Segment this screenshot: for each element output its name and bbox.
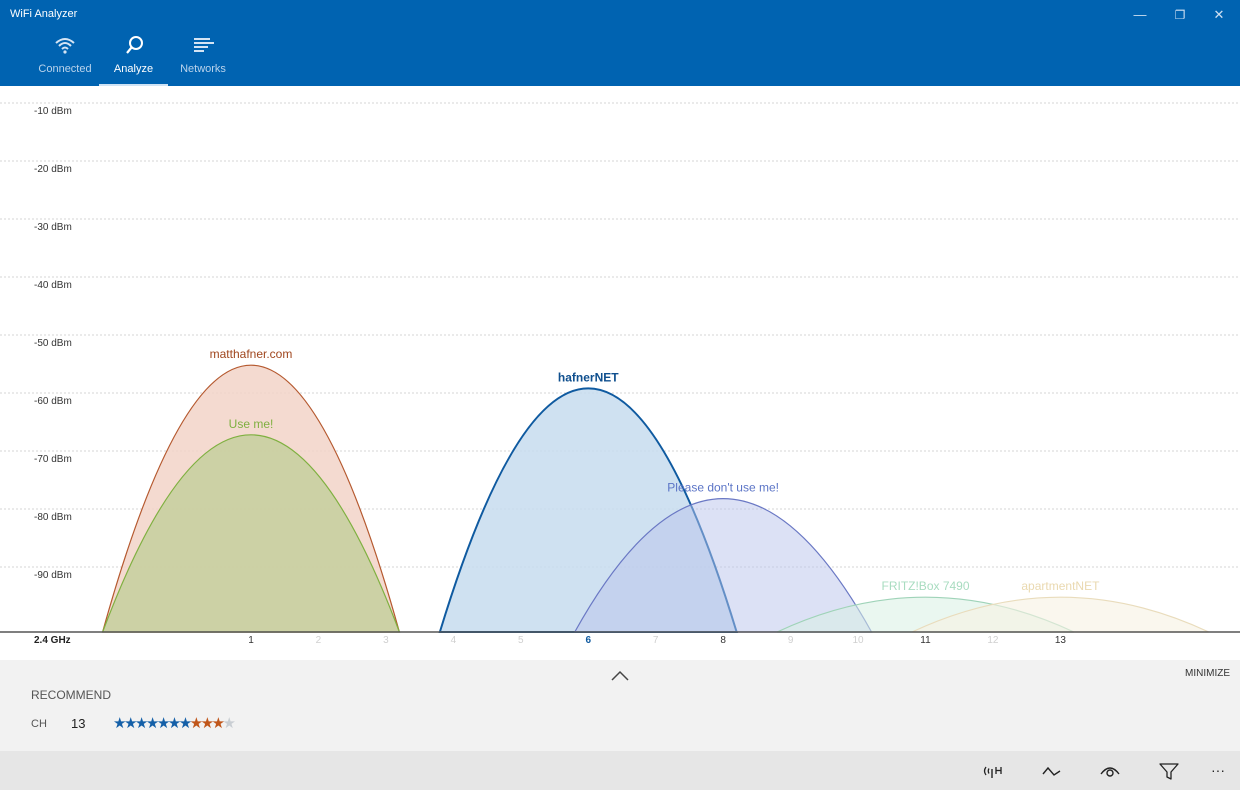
signal-chart: -10 dBm -20 dBm -30 dBm -40 dBm -50 dBm -60 d… <box>0 86 1240 660</box>
recommend-panel: MINIMIZE RECOMMEND CH 13 ★★★★★★★★★★★ <box>0 660 1240 751</box>
rating-star-icon: ★ <box>113 715 126 732</box>
network-label: Use me! <box>229 417 274 431</box>
x-tick-label: 1 <box>248 635 254 646</box>
network-label: matthafner.com <box>210 347 293 361</box>
x-tick-label: 13 <box>1055 635 1067 646</box>
chevron-up-icon <box>611 670 629 681</box>
y-tick-label: -90 dBm <box>34 570 72 581</box>
rating-star-icon: ★ <box>167 715 181 732</box>
x-tick-label: 9 <box>788 635 794 646</box>
y-tick-label: -70 dBm <box>34 454 72 465</box>
rating-star-icon: ★ <box>178 715 192 732</box>
bottom-toolbar: ··· <box>0 751 1240 790</box>
filter-icon <box>1159 763 1179 780</box>
wifi-icon <box>55 38 75 54</box>
list-icon <box>194 38 214 52</box>
y-tick-label: -40 dBm <box>34 280 72 291</box>
x-tick-label: 10 <box>852 635 864 646</box>
filter-button[interactable] <box>1156 759 1182 783</box>
rating-star-icon: ★ <box>222 715 236 732</box>
tab-label: Analyze <box>113 63 154 75</box>
rating-star-icon: ★ <box>200 715 214 732</box>
x-tick-label: 7 <box>653 635 659 646</box>
network-label: Please don't use me! <box>667 481 779 495</box>
signal-strength-button[interactable] <box>981 759 1007 783</box>
channel-graph: -10 dBm -20 dBm -30 dBm -40 dBm -50 dBm -60 d… <box>0 102 1240 646</box>
channel-label: CH <box>31 718 47 730</box>
tab-analyze[interactable]: Analyze <box>99 34 168 86</box>
x-tick-label: 8 <box>720 635 726 646</box>
x-axis-labels: 1 2 3 4 5 6 7 8 9 10 11 12 13 <box>248 635 1066 646</box>
rating-star-icon: ★ <box>156 715 170 732</box>
rating-star-icon: ★ <box>123 715 137 732</box>
network-label: hafnerNET <box>558 370 619 384</box>
title-bar: WiFi Analyzer — ❐ ✕ Connected Analyze Ne… <box>0 0 1240 86</box>
rating-star-icon: ★ <box>134 715 148 732</box>
rating-star-icon: ★ <box>211 715 225 732</box>
graph-icon <box>1042 766 1061 776</box>
view-button[interactable] <box>1097 759 1123 783</box>
x-tick-label: 3 <box>383 635 389 646</box>
recommended-channel: 13 <box>71 716 86 731</box>
app-title: WiFi Analyzer <box>10 8 78 20</box>
rating-star-icon: ★ <box>189 715 203 732</box>
rating-star-icon: ★ <box>145 715 159 732</box>
tab-label: Networks <box>180 63 226 75</box>
tab-connected[interactable]: Connected <box>31 34 99 86</box>
close-window-button[interactable]: ✕ <box>1204 4 1234 26</box>
x-tick-label: 12 <box>987 635 999 646</box>
network-label: apartmentNET <box>1021 579 1100 593</box>
y-tick-label: -30 dBm <box>34 222 72 233</box>
minimize-panel-button[interactable]: MINIMIZE <box>1185 668 1230 679</box>
tab-networks[interactable]: Networks <box>168 34 238 86</box>
y-axis-labels: -10 dBm -20 dBm -30 dBm -40 dBm -50 dBm -60 d… <box>34 106 72 581</box>
y-tick-label: -10 dBm <box>34 106 72 117</box>
signal-strength-icon <box>983 766 1002 778</box>
y-tick-label: -60 dBm <box>34 396 72 407</box>
y-tick-label: -50 dBm <box>34 338 72 349</box>
more-button[interactable]: ··· <box>1205 759 1231 783</box>
x-tick-label: 11 <box>920 635 931 646</box>
more-icon: ··· <box>1211 762 1225 778</box>
tab-label: Connected <box>38 63 92 75</box>
network-curve <box>101 434 401 633</box>
x-tick-label: 2 <box>316 635 322 646</box>
network-label: FRITZ!Box 7490 <box>881 579 969 593</box>
band-label: 2.4 GHz <box>34 635 71 646</box>
channel-rating: ★★★★★★★★★★★ <box>113 714 236 732</box>
minimize-window-button[interactable]: — <box>1125 4 1155 26</box>
x-tick-label: 4 <box>451 635 457 646</box>
x-tick-label: 5 <box>518 635 524 646</box>
expand-panel-button[interactable] <box>608 664 632 684</box>
magnifier-icon <box>125 36 143 54</box>
y-tick-label: -80 dBm <box>34 512 72 523</box>
graph-button[interactable] <box>1039 759 1065 783</box>
x-tick-label: 6 <box>585 635 591 646</box>
recommend-title: RECOMMEND <box>31 688 111 702</box>
y-tick-label: -20 dBm <box>34 164 72 175</box>
restore-window-button[interactable]: ❐ <box>1165 4 1195 26</box>
eye-icon <box>1100 767 1120 777</box>
